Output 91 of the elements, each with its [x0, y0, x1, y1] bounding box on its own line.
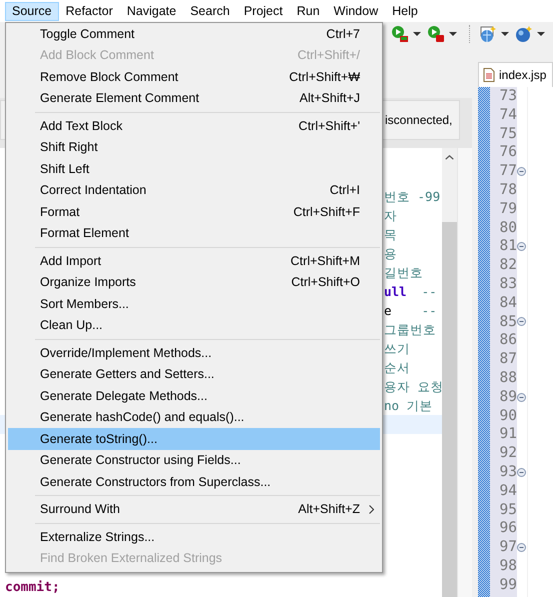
menu-item[interactable]: Toggle Comment Ctrl+7 — [8, 23, 380, 44]
collapse-icon[interactable] — [517, 242, 526, 252]
menu-item[interactable]: Shift Right — [8, 136, 380, 158]
menu-item[interactable]: Generate Getters and Setters... — [8, 364, 380, 385]
code-text: commit; — [5, 580, 60, 595]
sphere-icon[interactable] — [515, 25, 533, 43]
code-text: 그룹번호 — [384, 322, 436, 337]
menu-title[interactable]: Source — [5, 2, 59, 20]
code-text: 길번호 — [384, 265, 423, 280]
collapse-icon[interactable] — [517, 317, 526, 326]
menu-item[interactable]: Surround With Alt+Shift+Z — [8, 498, 380, 520]
code-text: 순서 — [384, 360, 410, 375]
globe-icon[interactable] — [479, 25, 497, 43]
dropdown-caret-icon[interactable] — [501, 31, 509, 37]
menu-item[interactable]: Generate Element Comment Alt+Shift+J — [8, 88, 380, 109]
line-number: 76 — [498, 143, 517, 162]
menu-item[interactable]: Override/Implement Methods... — [8, 342, 380, 364]
code-text: ull — [384, 284, 407, 299]
line-number: 98 — [498, 556, 517, 576]
file-icon — [483, 68, 495, 82]
menu-item[interactable]: Generate Constructor using Fields... — [8, 450, 380, 471]
line-number: 96 — [498, 519, 517, 538]
editor-tab[interactable]: index.jsp — [478, 62, 553, 87]
line-number: 74 — [498, 106, 517, 125]
line-number: 78 — [498, 180, 517, 200]
menu-item[interactable]: Generate toString()... — [8, 428, 380, 450]
menu-item[interactable]: Shift Left — [8, 158, 380, 180]
menu-item[interactable]: Generate Delegate Methods... — [8, 385, 380, 406]
line-number: 85 — [498, 312, 517, 332]
code-text: 목 — [384, 227, 397, 242]
menu-item[interactable]: Generate Constructors from Superclass... — [8, 471, 380, 492]
menu-item[interactable]: Clean Up... — [8, 314, 380, 336]
line-number: 93 — [498, 462, 517, 482]
code-text: 자 — [384, 208, 397, 223]
line-number: 83 — [498, 274, 517, 294]
code-text: -- — [420, 284, 437, 299]
line-number: 75 — [498, 124, 517, 144]
line-number: 77 — [498, 162, 517, 181]
dropdown-caret-icon[interactable] — [449, 31, 457, 37]
console-message: isconnected, — [385, 113, 452, 127]
line-number: 95 — [498, 500, 517, 520]
menu-item[interactable]: Organize Imports Ctrl+Shift+O — [8, 272, 380, 293]
line-number: 80 — [498, 218, 517, 238]
menu-item[interactable]: Add Import Ctrl+Shift+M — [8, 250, 380, 272]
dropdown-caret-icon[interactable] — [413, 31, 421, 37]
collapse-icon[interactable] — [517, 468, 526, 477]
menu-title[interactable]: Project — [236, 2, 290, 20]
menu-item[interactable]: Sort Members... — [8, 293, 380, 314]
menu-item[interactable]: Correct Indentation Ctrl+I — [8, 180, 380, 201]
menu-item[interactable]: Generate hashCode() and equals()... — [8, 406, 380, 428]
code-text: no 기본 — [384, 398, 433, 413]
menu-item[interactable]: Format Ctrl+Shift+F — [8, 201, 380, 222]
code-text: e — [384, 303, 392, 318]
code-text: 용자 요청 — [384, 379, 442, 394]
scroll-thumb[interactable] — [442, 222, 457, 597]
code-text: 쓰기 — [384, 341, 410, 356]
line-number: 92 — [498, 444, 517, 463]
line-number: 88 — [498, 368, 517, 388]
line-number: 89 — [498, 388, 517, 407]
line-number: 82 — [498, 256, 517, 275]
line-number: 99 — [498, 576, 517, 595]
run-icon[interactable] — [427, 25, 445, 43]
menu-item[interactable]: Add Text Block Ctrl+Shift+' — [8, 115, 380, 136]
menu-item[interactable]: Externalize Strings... — [8, 526, 380, 548]
run-icon[interactable] — [391, 25, 409, 43]
line-number: 86 — [498, 331, 517, 350]
menu-title[interactable]: Search — [183, 2, 237, 20]
collapse-icon[interactable] — [517, 543, 526, 552]
line-number: 81 — [498, 237, 517, 256]
line-number: 87 — [498, 350, 517, 369]
line-number: 94 — [498, 482, 517, 501]
line-number: 97 — [498, 538, 517, 557]
scroll-up-icon[interactable] — [445, 155, 454, 160]
line-number: 90 — [498, 406, 517, 426]
menu-title[interactable]: Navigate — [120, 2, 184, 20]
menu-title[interactable]: Run — [290, 2, 327, 20]
line-number: 84 — [498, 294, 517, 313]
menu-title[interactable]: Help — [385, 2, 425, 20]
code-text: 용 — [384, 246, 397, 261]
collapse-icon[interactable] — [517, 392, 526, 402]
menu-item[interactable]: Remove Block Comment Ctrl+Shift+₩ — [8, 66, 380, 88]
menu-item[interactable]: Format Element — [8, 222, 380, 244]
code-text: 번호 -99 — [384, 189, 440, 204]
dropdown-caret-icon[interactable] — [537, 31, 545, 37]
line-number: 79 — [498, 200, 517, 219]
line-number: 91 — [498, 425, 517, 444]
menu-title[interactable]: Window — [326, 2, 386, 20]
code-text: -- — [420, 303, 437, 318]
menu-title[interactable]: Refactor — [58, 2, 120, 20]
line-number: 73 — [498, 87, 517, 106]
collapse-icon[interactable] — [517, 167, 526, 176]
